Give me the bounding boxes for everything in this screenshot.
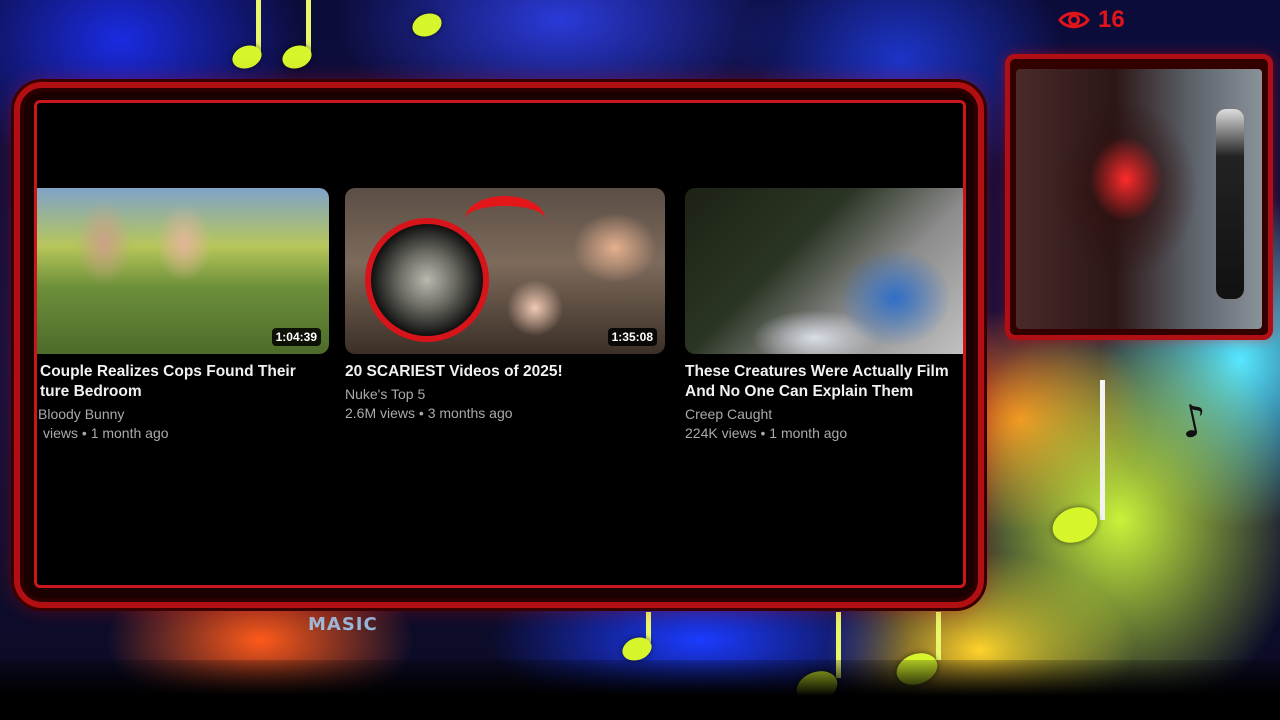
eye-icon bbox=[1058, 11, 1090, 29]
video-meta: 2.6M views • 3 months ago bbox=[345, 405, 513, 421]
artwork-panel bbox=[1005, 54, 1273, 340]
video-card[interactable]: 1:04:39 Couple Realizes Cops Found Their… bbox=[37, 188, 329, 441]
background-graffiti-scribble: ♪ bbox=[1174, 393, 1213, 450]
live-viewer-count: 16 bbox=[1058, 6, 1125, 34]
video-title-line: Couple Realizes Cops Found Their bbox=[40, 363, 296, 380]
demon-graffiti-artwork bbox=[1016, 69, 1262, 329]
bottom-shadow bbox=[0, 660, 1280, 720]
video-thumbnail[interactable]: 2: bbox=[685, 188, 963, 354]
video-meta: 224K views • 1 month ago bbox=[685, 425, 848, 441]
viewer-count-number: 16 bbox=[1098, 6, 1125, 33]
video-duration: 1:04:39 bbox=[271, 328, 321, 346]
channel-name[interactable]: Creep Caught bbox=[685, 406, 963, 422]
background-graffiti-tag: MASIC bbox=[308, 614, 378, 635]
video-title-line: These Creatures Were Actually Film bbox=[685, 363, 949, 380]
video-title[interactable]: These Creatures Were Actually Film And N… bbox=[685, 362, 963, 402]
video-title[interactable]: 20 SCARIEST Videos of 2025! bbox=[345, 362, 665, 382]
video-thumbnail[interactable]: 1:04:39 bbox=[37, 188, 329, 354]
video-duration: 1:35:08 bbox=[607, 328, 657, 346]
red-arrow-icon bbox=[465, 196, 545, 242]
channel-name[interactable]: Bloody Bunny bbox=[37, 406, 329, 422]
video-meta: views • 1 month ago bbox=[43, 425, 169, 441]
video-card[interactable]: 2: These Creatures Were Actually Film An… bbox=[685, 188, 963, 441]
skeleton-figure bbox=[1216, 109, 1244, 299]
video-title-line: ture Bedroom bbox=[40, 383, 142, 400]
video-card[interactable]: 1:35:08 20 SCARIEST Videos of 2025! Nuke… bbox=[345, 188, 665, 421]
video-grid-screen: 1:04:39 Couple Realizes Cops Found Their… bbox=[34, 100, 966, 588]
video-title-line: And No One Can Explain Them bbox=[685, 383, 914, 400]
video-title-line: 20 SCARIEST Videos of 2025! bbox=[345, 363, 563, 380]
video-title[interactable]: Couple Realizes Cops Found Their ture Be… bbox=[37, 362, 329, 402]
video-thumbnail[interactable]: 1:35:08 bbox=[345, 188, 665, 354]
channel-name[interactable]: Nuke's Top 5 bbox=[345, 386, 665, 402]
